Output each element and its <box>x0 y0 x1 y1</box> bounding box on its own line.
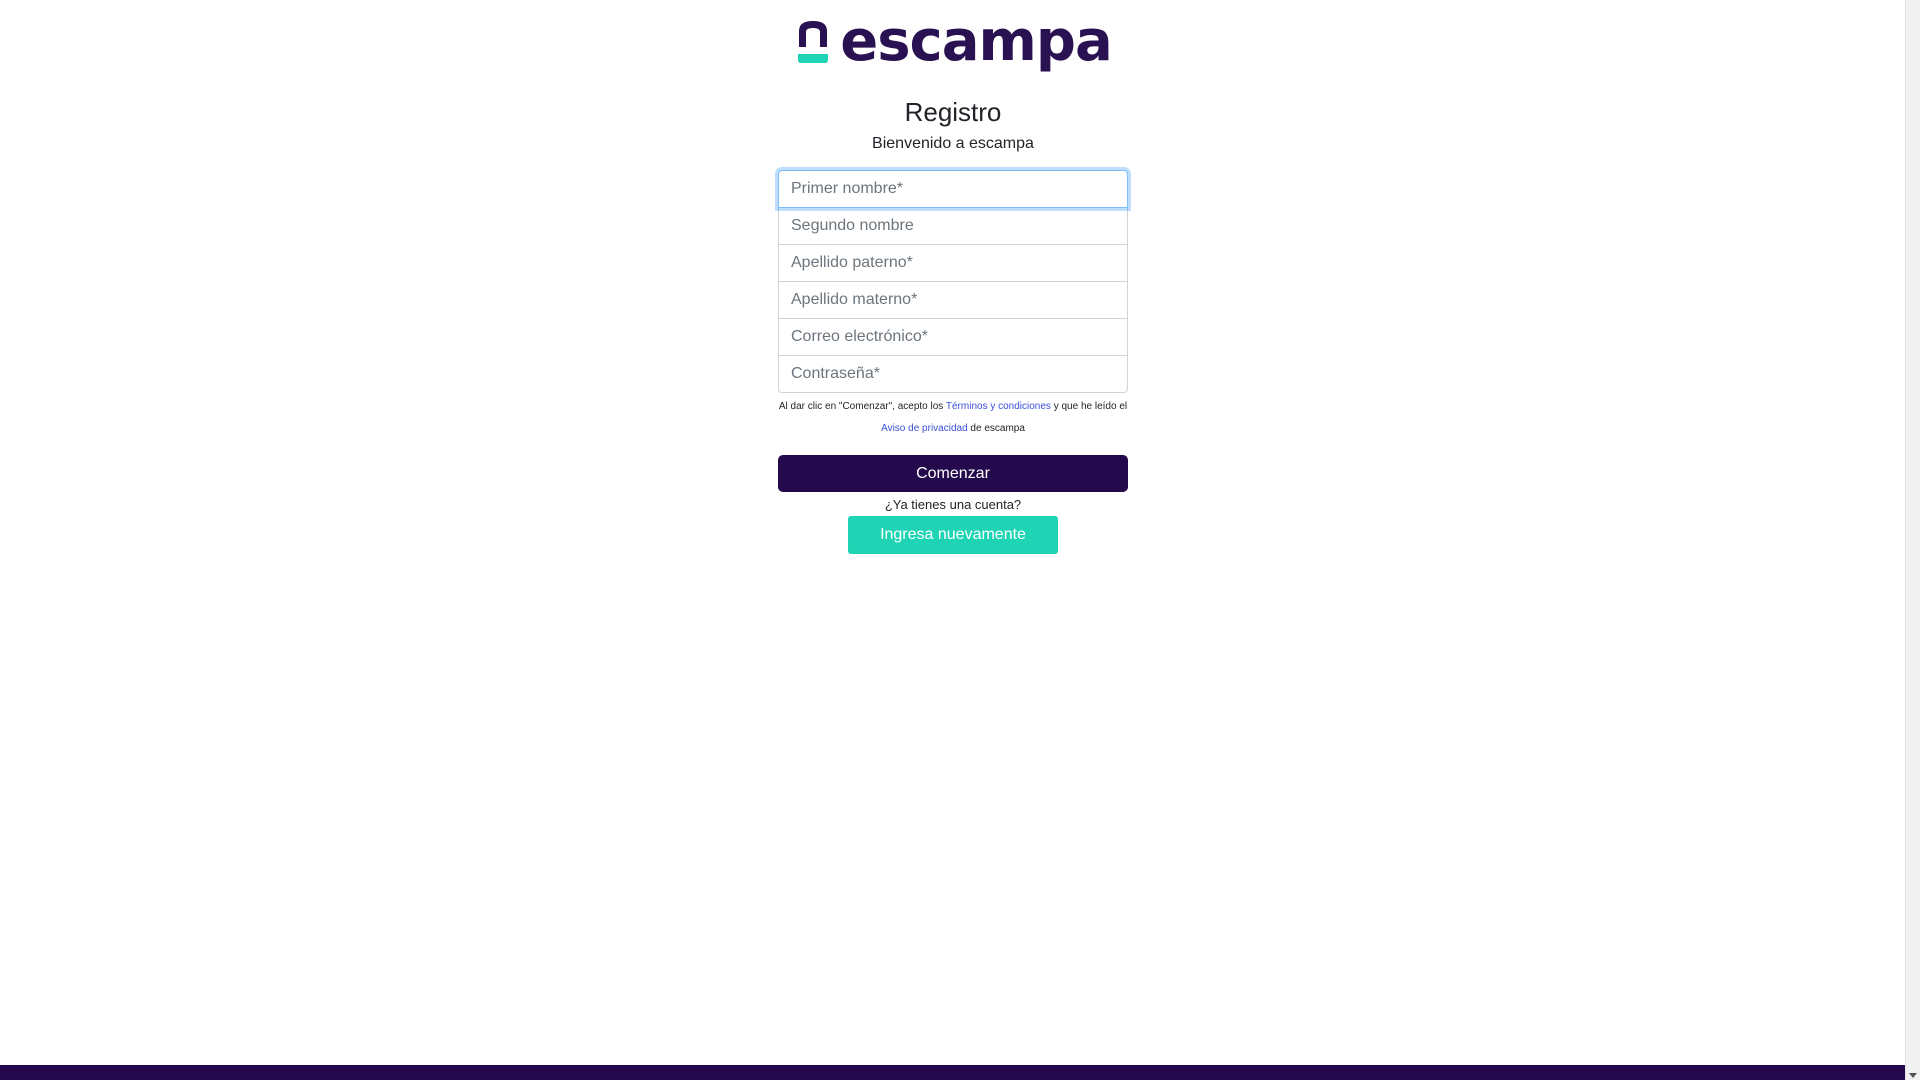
legal-text-2: y que he leído el <box>1050 401 1128 412</box>
vertical-scrollbar[interactable] <box>1905 0 1920 1080</box>
email-field[interactable] <box>778 318 1128 356</box>
page-subtitle: Bienvenido a escampa <box>872 135 1034 152</box>
register-form: Al dar clic en "Comenzar", acepto los Té… <box>778 170 1128 492</box>
legal-text-3: de escampa <box>967 423 1025 434</box>
paternal-surname-field[interactable] <box>778 244 1128 282</box>
have-account-prompt: ¿Ya tienes una cuenta? <box>884 497 1022 512</box>
start-button[interactable]: Comenzar <box>778 455 1128 492</box>
register-panel: escampa Registro Bienvenido a escampa Al… <box>778 0 1128 554</box>
escampa-logo-icon <box>798 21 829 63</box>
escampa-logo: escampa <box>778 6 1128 78</box>
legal-text-1: Al dar clic en "Comenzar", acepto los <box>778 401 946 412</box>
maternal-surname-field[interactable] <box>778 281 1128 319</box>
scroll-down-arrow-icon[interactable] <box>1909 1073 1917 1078</box>
login-again-button[interactable]: Ingresa nuevamente <box>848 516 1058 554</box>
terms-link[interactable]: Términos y condiciones <box>946 401 1051 412</box>
page: escampa Registro Bienvenido a escampa Al… <box>0 0 1905 1080</box>
legal-notice: Al dar clic en "Comenzar", acepto los Té… <box>778 396 1128 440</box>
page-title: Registro <box>904 97 1002 127</box>
password-field[interactable] <box>778 355 1128 393</box>
first-name-field[interactable] <box>778 170 1128 208</box>
footer-bar <box>0 1065 1905 1080</box>
logo-wordmark: escampa <box>840 9 1113 74</box>
second-name-field[interactable] <box>778 207 1128 245</box>
privacy-link[interactable]: Aviso de privacidad <box>881 423 968 434</box>
